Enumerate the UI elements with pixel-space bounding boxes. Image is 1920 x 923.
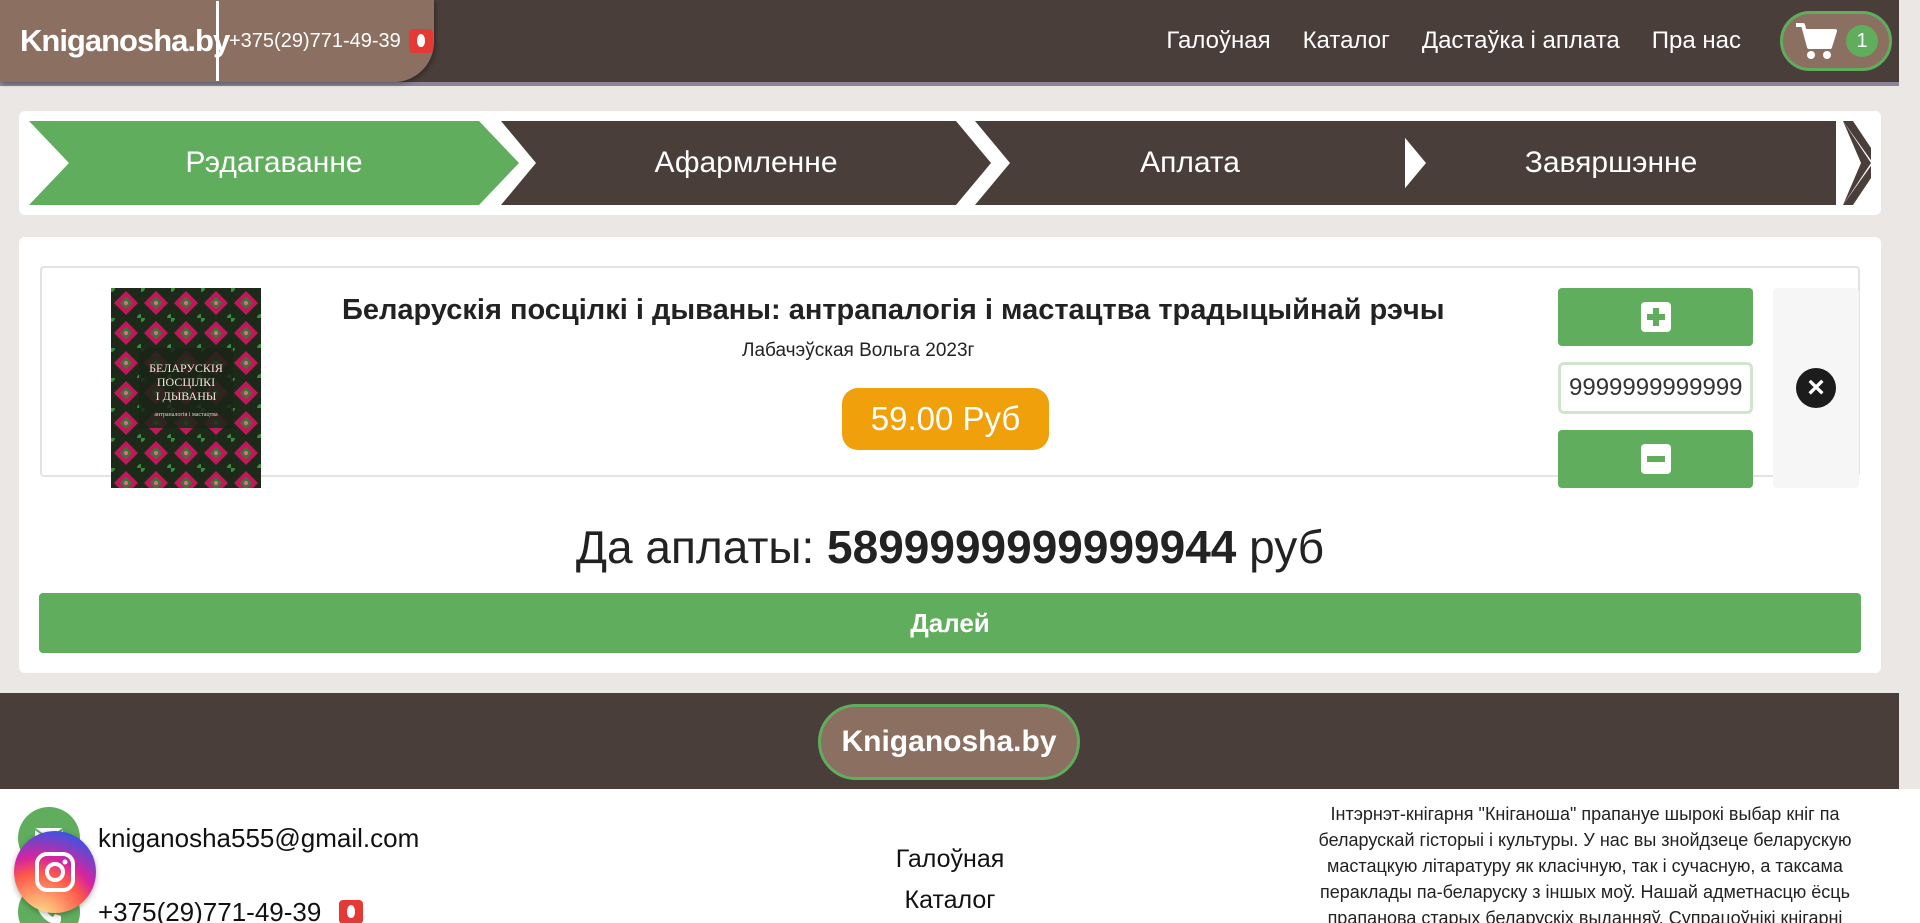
- next-button[interactable]: Далей: [39, 593, 1861, 653]
- total-line: Да аплаты: 5899999999999944 руб: [19, 520, 1881, 574]
- nav-about[interactable]: Пра нас: [1652, 27, 1741, 55]
- step-checkout-label: Афармленне: [654, 146, 838, 179]
- cart-count-badge: 1: [1846, 25, 1878, 57]
- nav-delivery-payment[interactable]: Дастаўка і аплата: [1422, 27, 1620, 55]
- cart-icon: [1796, 23, 1837, 59]
- footer-email: kniganosha555@gmail.com: [98, 822, 420, 853]
- brand-block: Kniganosha.by +375(29)771-49-39: [0, 0, 434, 82]
- svg-text:І ДЫВАНЫ: І ДЫВАНЫ: [156, 389, 217, 403]
- book-title[interactable]: Беларускія посцілкі і дываны: антрапалог…: [342, 294, 1444, 327]
- price-badge: 59.00 Руб: [842, 388, 1049, 450]
- book-author-year: Лабачэўская Вольга 2023г: [742, 340, 975, 361]
- step-finish-label: Завяршэнне: [1524, 146, 1698, 179]
- close-circle-icon: ×: [1796, 368, 1836, 408]
- nav-home[interactable]: Галоўная: [1166, 27, 1270, 55]
- footer-about-text: Інтэрнэт-кнігарня "Кніганоша" прапануе ш…: [1318, 804, 1852, 923]
- footer-phone: +375(29)771-49-39: [98, 896, 322, 923]
- book-cover-image[interactable]: БЕЛАРУСКІЯ ПОСЦІЛКІ І ДЫВАНЫ антрапалогі…: [111, 288, 261, 488]
- header-phone-text: +375(29)771-49-39: [229, 29, 401, 52]
- total-value: 5899999999999944: [827, 521, 1237, 573]
- mts-operator-icon-footer: [339, 900, 364, 923]
- total-label: Да аплаты:: [575, 521, 815, 573]
- footer-link-home[interactable]: Галоўная: [880, 845, 1020, 874]
- step-payment-label: Аплата: [1140, 146, 1240, 179]
- step-editing-label: Рэдагаванне: [185, 146, 363, 179]
- header-phone[interactable]: +375(29)771-49-39: [219, 29, 433, 53]
- step-checkout[interactable]: Афармленне: [501, 121, 991, 205]
- quantity-decrease-button[interactable]: [1558, 430, 1753, 488]
- instagram-button[interactable]: [14, 831, 96, 913]
- footer-links: Галоўная Каталог: [880, 845, 1020, 923]
- footer-logo[interactable]: Kniganosha.by: [818, 704, 1080, 780]
- cart-button[interactable]: 1: [1780, 11, 1892, 71]
- step-finish[interactable]: Завяршэнне: [1391, 121, 1871, 205]
- quantity-increase-button[interactable]: [1558, 288, 1753, 346]
- main-nav: Галоўная Каталог Дастаўка і аплата Пра н…: [1166, 0, 1741, 82]
- footer-band: Kniganosha.by: [0, 693, 1899, 789]
- svg-text:БЕЛАРУСКІЯ: БЕЛАРУСКІЯ: [149, 361, 223, 375]
- minus-icon: [1640, 444, 1671, 474]
- checkout-steps-card: Рэдагаванне Афармленне Аплата Завяршэнне: [19, 111, 1881, 215]
- step-editing[interactable]: Рэдагаванне: [29, 121, 519, 205]
- plus-icon: [1640, 302, 1671, 332]
- top-navbar: Kniganosha.by +375(29)771-49-39 Галоўная…: [0, 0, 1899, 82]
- svg-text:антрапалогія і мастацтва: антрапалогія і мастацтва: [154, 412, 218, 418]
- total-unit: руб: [1249, 521, 1325, 573]
- svg-text:ПОСЦІЛКІ: ПОСЦІЛКІ: [157, 375, 215, 389]
- quantity-input[interactable]: [1558, 362, 1753, 414]
- cart-card: БЕЛАРУСКІЯ ПОСЦІЛКІ І ДЫВАНЫ антрапалогі…: [19, 237, 1881, 673]
- checkout-steps: Рэдагаванне Афармленне Аплата Завяршэнне: [29, 121, 1871, 205]
- footer-body: kniganosha555@gmail.com +375(29)771-49-3…: [0, 789, 1920, 923]
- footer-link-catalog[interactable]: Каталог: [880, 886, 1020, 915]
- nav-catalog[interactable]: Каталог: [1303, 27, 1390, 55]
- remove-item-button[interactable]: ×: [1773, 288, 1859, 488]
- instagram-icon: [35, 852, 75, 892]
- mts-operator-icon: [408, 29, 433, 53]
- site-logo[interactable]: Kniganosha.by: [0, 23, 230, 59]
- step-payment[interactable]: Аплата: [975, 121, 1405, 205]
- cart-item: БЕЛАРУСКІЯ ПОСЦІЛКІ І ДЫВАНЫ антрапалогі…: [40, 266, 1860, 488]
